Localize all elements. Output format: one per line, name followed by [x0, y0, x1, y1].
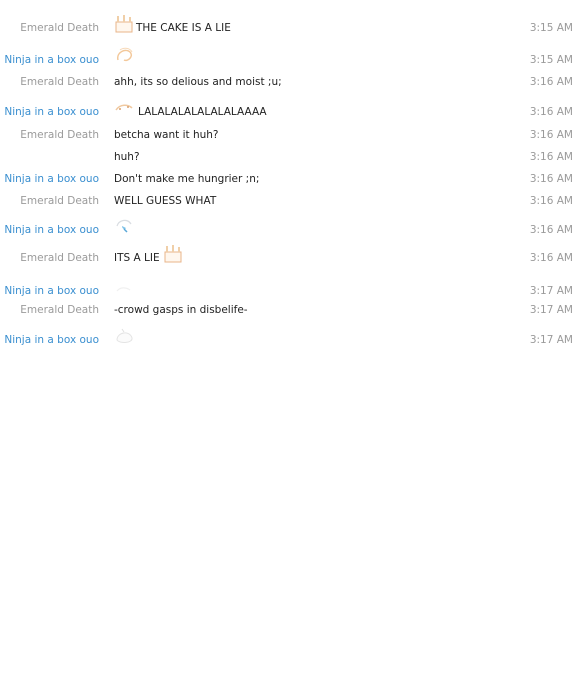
- message-row: Emerald Death betcha want it huh? 3:16 A…: [0, 123, 579, 145]
- message-body: huh?: [114, 151, 140, 163]
- message-text: huh?: [114, 151, 140, 163]
- timestamp: 3:16 AM: [529, 173, 573, 185]
- singing-emote-icon: [114, 102, 136, 118]
- faint-emote-icon: [114, 281, 134, 297]
- timestamp: 3:15 AM: [529, 22, 573, 34]
- sender-name[interactable]: Ninja in a box ouo: [4, 285, 99, 297]
- timestamp: 3:15 AM: [529, 54, 573, 66]
- message-row: Emerald Death -crowd gasps in disbelife-…: [0, 298, 579, 320]
- message-body: WELL GUESS WHAT: [114, 195, 216, 207]
- message-row: Ninja in a box ouo 3:15 AM: [0, 46, 579, 70]
- timestamp: 3:17 AM: [529, 285, 573, 297]
- message-row: Emerald Death ahh, its so delious and mo…: [0, 70, 579, 92]
- message-row: huh? 3:16 AM: [0, 145, 579, 167]
- message-row: Emerald Death WELL GUESS WHAT 3:16 AM: [0, 189, 579, 211]
- message-row: Ninja in a box ouo LALALALALALALALAAAA 3…: [0, 98, 579, 122]
- sender-name[interactable]: Ninja in a box ouo: [4, 173, 99, 185]
- sender-name[interactable]: Emerald Death: [20, 76, 99, 88]
- sender-name[interactable]: Ninja in a box ouo: [4, 54, 99, 66]
- timestamp: 3:17 AM: [529, 304, 573, 316]
- chat-log: Emerald Death THE CAKE IS A LIE 3:15 AM …: [0, 0, 579, 678]
- cake-emote-icon: [114, 14, 134, 34]
- message-row: Emerald Death THE CAKE IS A LIE 3:15 AM: [0, 14, 579, 38]
- sender-name[interactable]: Emerald Death: [20, 22, 99, 34]
- sender-name[interactable]: Ninja in a box ouo: [4, 334, 99, 346]
- timestamp: 3:17 AM: [529, 334, 573, 346]
- message-text: THE CAKE IS A LIE: [136, 22, 231, 34]
- message-row: Ninja in a box ouo 3:17 AM: [0, 324, 579, 350]
- message-text: ahh, its so delious and moist ;u;: [114, 76, 282, 88]
- message-row: Ninja in a box ouo Don't make me hungrie…: [0, 167, 579, 189]
- sender-name[interactable]: Ninja in a box ouo: [4, 224, 99, 236]
- timestamp: 3:16 AM: [529, 76, 573, 88]
- sender-name[interactable]: Emerald Death: [20, 304, 99, 316]
- timestamp: 3:16 AM: [529, 252, 573, 264]
- sender-name[interactable]: Emerald Death: [20, 252, 99, 264]
- crying-emote-icon: [114, 216, 136, 236]
- message-body: LALALALALALALALAAAA: [114, 102, 267, 118]
- message-body: [114, 216, 138, 236]
- message-body: ahh, its so delious and moist ;u;: [114, 76, 282, 88]
- message-text: betcha want it huh?: [114, 129, 219, 141]
- message-body: [114, 326, 138, 346]
- message-text: -crowd gasps in disbelife-: [114, 304, 248, 316]
- timestamp: 3:16 AM: [529, 129, 573, 141]
- timestamp: 3:16 AM: [529, 195, 573, 207]
- message-body: THE CAKE IS A LIE: [114, 14, 231, 34]
- timestamp: 3:16 AM: [529, 106, 573, 118]
- message-row: Ninja in a box ouo 3:16 AM: [0, 214, 579, 240]
- message-text: Don't make me hungrier ;n;: [114, 173, 260, 185]
- sender-name[interactable]: Emerald Death: [20, 129, 99, 141]
- message-body: Don't make me hungrier ;n;: [114, 173, 259, 185]
- message-body: -crowd gasps in disbelife-: [114, 304, 248, 316]
- sender-name[interactable]: Emerald Death: [20, 195, 99, 207]
- swirl-emote-icon: [114, 46, 136, 66]
- message-body: betcha want it huh?: [114, 129, 218, 141]
- message-body: ITS A LIE: [114, 244, 185, 264]
- cake-emote-icon: [163, 244, 183, 264]
- timestamp: 3:16 AM: [529, 151, 573, 163]
- message-body: [114, 281, 136, 297]
- message-text: WELL GUESS WHAT: [114, 195, 217, 207]
- message-text: ITS A LIE: [114, 252, 160, 264]
- timestamp: 3:16 AM: [529, 224, 573, 236]
- sender-name[interactable]: Ninja in a box ouo: [4, 106, 99, 118]
- blob-emote-icon: [114, 326, 136, 346]
- message-row: Emerald Death ITS A LIE 3:16 AM: [0, 244, 579, 268]
- message-body: [114, 46, 138, 66]
- message-text: LALALALALALALALAAAA: [138, 106, 267, 118]
